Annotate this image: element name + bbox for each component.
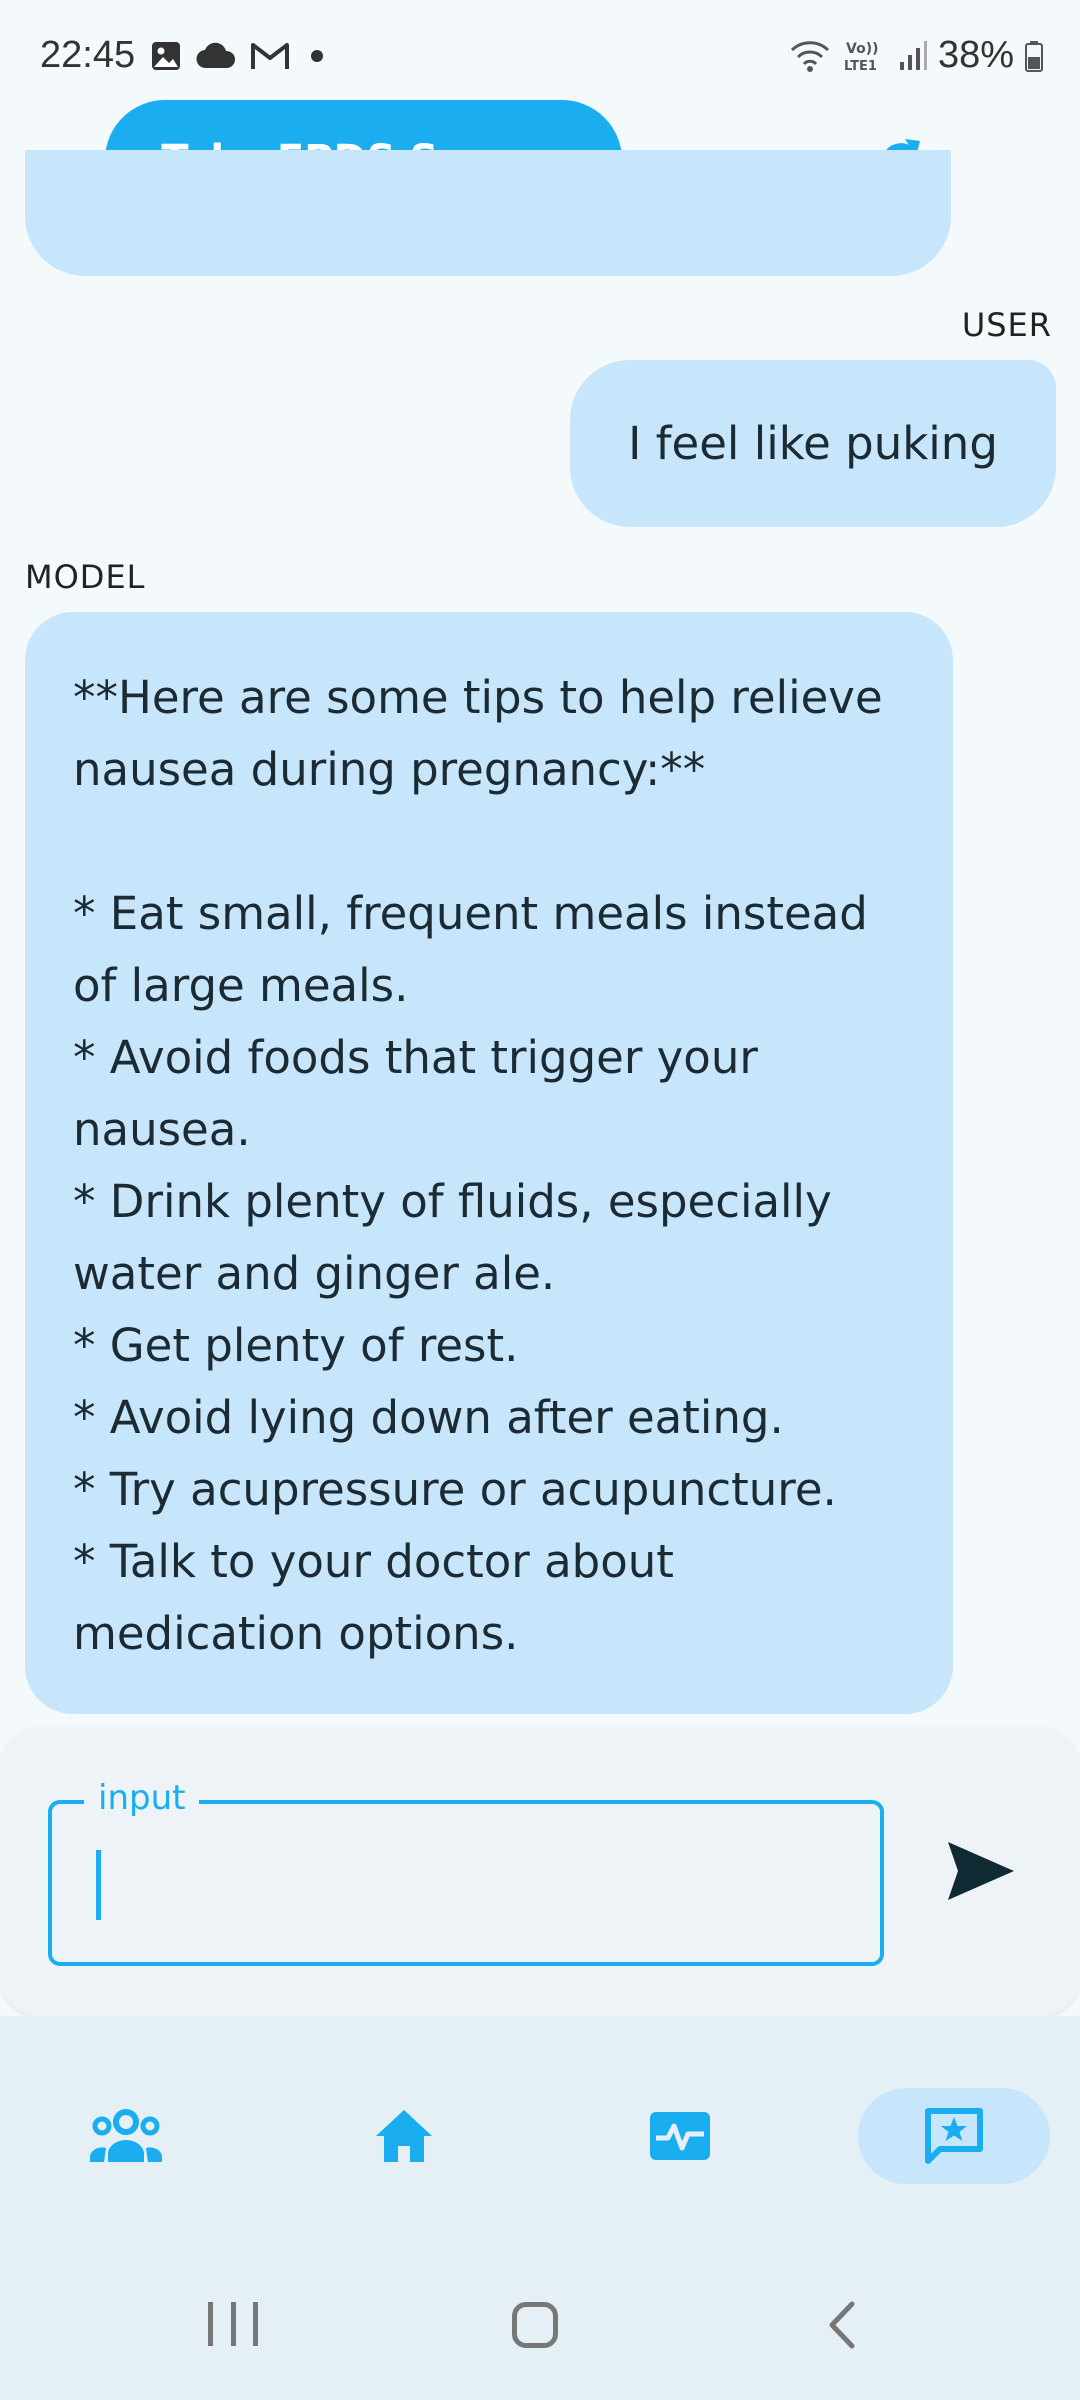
svg-text:Vo)): Vo))	[846, 41, 878, 57]
message-input[interactable]	[48, 1800, 884, 1966]
user-role-label: USER	[961, 306, 1052, 344]
wifi-icon	[790, 40, 829, 72]
back-chevron-icon	[829, 2301, 855, 2349]
nav-health[interactable]	[632, 2088, 728, 2184]
recent-apps-button[interactable]	[208, 2302, 258, 2346]
user-message-text: I feel like puking	[628, 417, 998, 470]
signal-icon	[899, 40, 927, 70]
battery-percentage: 38%	[937, 34, 1014, 76]
nav-chat[interactable]	[858, 2088, 1050, 2184]
battery-icon	[1025, 40, 1043, 72]
gallery-icon	[152, 42, 180, 70]
health-monitor-icon	[650, 2112, 710, 2160]
nav-home[interactable]	[356, 2088, 452, 2184]
text-caret	[96, 1850, 101, 1920]
system-back-button[interactable]	[822, 2300, 862, 2350]
dot-icon	[311, 50, 323, 62]
send-icon	[948, 1842, 1014, 1900]
community-icon	[90, 2109, 162, 2162]
model-message-text: **Here are some tips to help relieve nau…	[73, 671, 883, 1660]
status-bar: 22:45 Vo)) LTE1 38%	[0, 0, 1080, 100]
model-message-bubble: **Here are some tips to help relieve nau…	[25, 612, 953, 1714]
chat-star-icon	[925, 2108, 983, 2164]
system-icons: Vo)) LTE1 38%	[788, 34, 1044, 77]
svg-text:LTE1: LTE1	[844, 59, 877, 74]
system-home-button[interactable]	[512, 2302, 558, 2348]
send-button[interactable]	[944, 1838, 1018, 1904]
nav-community[interactable]	[78, 2088, 174, 2184]
input-label: input	[84, 1778, 200, 1818]
home-icon	[376, 2110, 432, 2162]
model-role-label: MODEL	[25, 558, 146, 596]
cloud-icon	[196, 42, 236, 69]
notification-icons	[150, 40, 330, 72]
gmail-icon	[251, 43, 289, 69]
previous-message-bubble	[25, 150, 951, 276]
volte-icon: Vo)) LTE1	[844, 41, 878, 74]
user-message-bubble: I feel like puking	[570, 360, 1056, 527]
status-time: 22:45	[40, 34, 136, 76]
